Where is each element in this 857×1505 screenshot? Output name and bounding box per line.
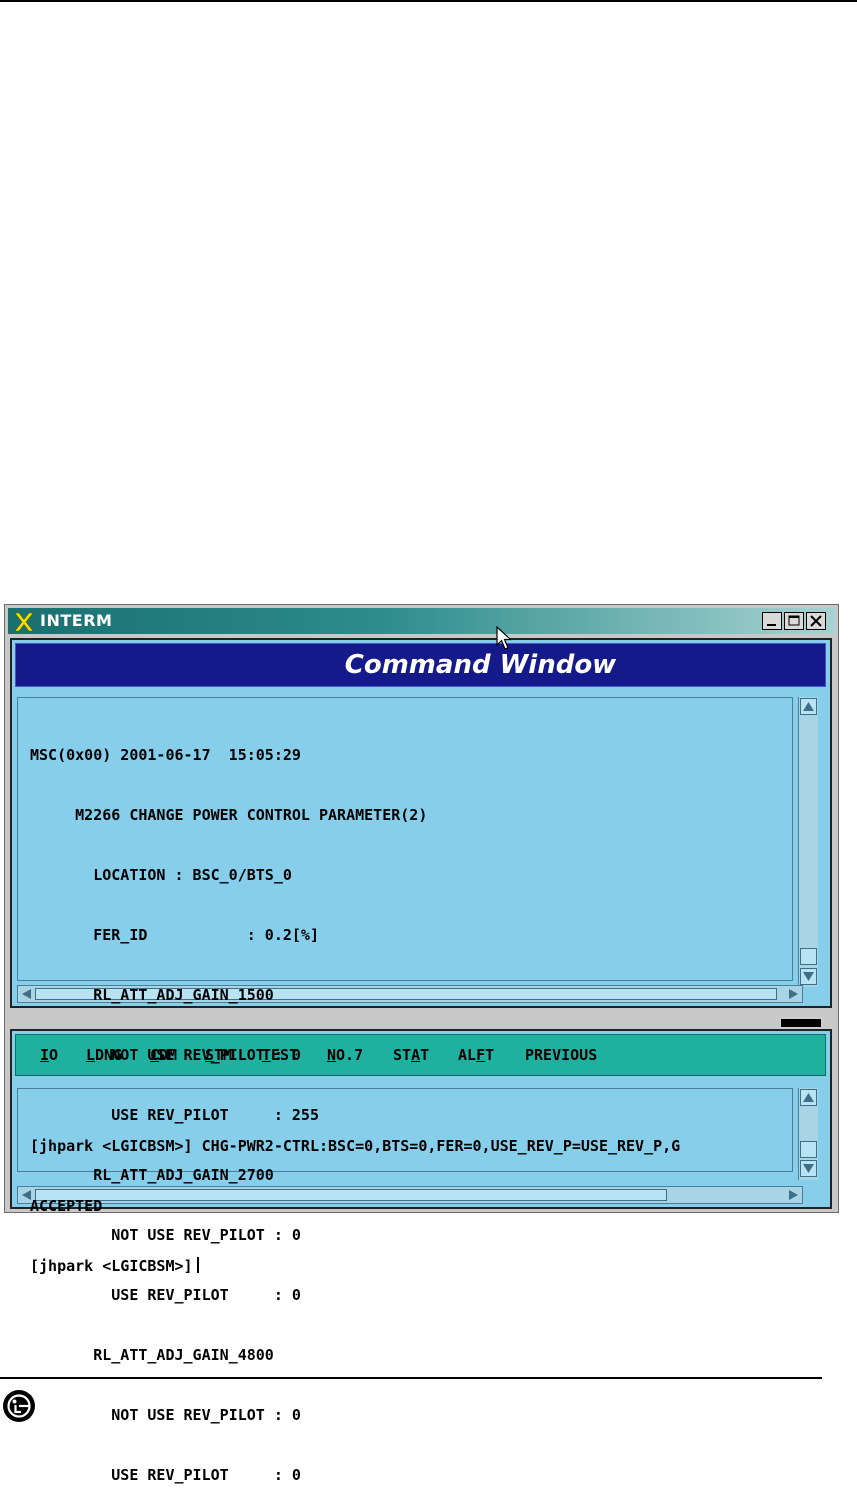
command-line: ACCEPTED (30, 1197, 103, 1215)
maximize-button[interactable] (784, 612, 804, 630)
scroll-down-button[interactable] (800, 968, 817, 985)
arrow-right-icon (789, 989, 798, 999)
scroll-down-button[interactable] (800, 1160, 817, 1177)
lg-logo-icon (3, 1390, 35, 1422)
scroll-up-button[interactable] (800, 1089, 817, 1106)
scroll-thumb[interactable] (800, 948, 817, 965)
arrow-right-icon (789, 1190, 798, 1200)
mouse-pointer-icon (496, 626, 513, 650)
page-top-rule (0, 0, 857, 2)
page-bottom-rule (0, 1377, 822, 1379)
output-line: NOT USE REV_PILOT : 0 (30, 1046, 301, 1064)
command-vertical-scrollbar[interactable] (798, 1088, 818, 1180)
output-line: M2266 CHANGE POWER CONTROL PARAMETER(2) (30, 806, 428, 824)
output-line: MSC(0x00) 2001-06-17 15:05:29 (30, 746, 301, 764)
command-log: [jhpark <LGICBSM>] CHG-PWR2-CTRL:BSC=0,B… (30, 1096, 680, 1296)
output-line: FER_ID : 0.2[%] (30, 926, 319, 944)
text-cursor (196, 1257, 199, 1273)
arrow-down-icon (803, 1164, 814, 1173)
command-prompt: [jhpark <LGICBSM>] (30, 1257, 193, 1275)
output-line: RL_ATT_ADJ_GAIN_1500 (30, 986, 274, 1004)
scroll-up-button[interactable] (800, 698, 817, 715)
output-line: USE REV_PILOT : 0 (30, 1466, 301, 1484)
scroll-thumb[interactable] (800, 1141, 817, 1158)
arrow-down-icon (803, 972, 814, 981)
output-line: LOCATION : BSC_0/BTS_0 (30, 866, 292, 884)
pane-splitter-handle[interactable] (779, 1017, 823, 1029)
maximize-icon (788, 615, 800, 626)
close-button[interactable] (806, 612, 826, 630)
menu-item-previous[interactable]: PREVIOUS (525, 1046, 597, 1064)
command-window-header: Command Window (15, 643, 826, 687)
command-line: [jhpark <LGICBSM>] CHG-PWR2-CTRL:BSC=0,B… (30, 1137, 681, 1155)
output-vertical-scrollbar[interactable] (798, 697, 818, 987)
arrow-up-icon (803, 702, 814, 711)
menu-item-alft[interactable]: ALFT (458, 1046, 494, 1064)
arrow-up-icon (803, 1093, 814, 1102)
minimize-button[interactable] (762, 612, 782, 630)
output-line: RL_ATT_ADJ_GAIN_4800 (30, 1346, 274, 1364)
output-line: NOT USE REV_PILOT : 0 (30, 1406, 301, 1424)
minimize-icon (767, 624, 776, 626)
x-logo-icon (14, 612, 34, 632)
window-titlebar[interactable]: INTERM (8, 608, 835, 634)
close-icon (810, 615, 822, 627)
window-title: INTERM (40, 611, 113, 630)
